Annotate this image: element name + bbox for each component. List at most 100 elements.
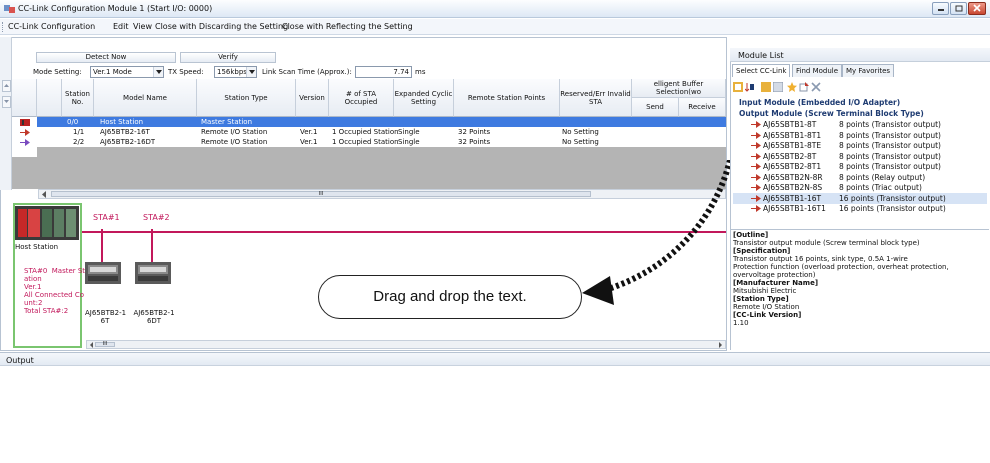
module-toolbar (733, 81, 983, 94)
remote-io-icon (751, 173, 761, 181)
header-buffer-selection[interactable]: elligent Buffer Selection(wo (632, 79, 726, 98)
close-button[interactable] (968, 2, 986, 15)
remote-io-device-icon[interactable] (135, 262, 171, 284)
cell-occupied: 1 Occupied Station (332, 138, 399, 146)
module-name: AJ65SBTB2-8T1 (763, 162, 822, 171)
cell-cyclic: Single (398, 138, 420, 146)
cell-model: AJ65BTB2-16DT (100, 138, 156, 146)
module-list-item[interactable]: AJ65SBTB2-8T 8 points (Transistor output) (733, 151, 987, 162)
cell-type: Master Station (201, 118, 253, 126)
info-heading: [Manufacturer Name] (733, 279, 819, 287)
remote-io-icon (751, 131, 761, 139)
module-description: 8 points (Transistor output) (839, 162, 941, 171)
tx-speed-label: TX Speed: (168, 68, 204, 76)
menu-grip (2, 22, 4, 32)
remote-io-icon (751, 152, 761, 160)
mode-setting-select[interactable]: Ver.1 Mode (90, 66, 164, 78)
tx-speed-select[interactable]: 156kbps (214, 66, 257, 78)
scroll-thumb[interactable]: III (51, 191, 591, 197)
module-list-item[interactable]: AJ65SBTB1-8T 8 points (Transistor output) (733, 119, 987, 130)
tree-category-output[interactable]: Output Module (Screw Terminal Block Type… (733, 108, 987, 119)
module-name: AJ65SBTB1-8T (763, 120, 817, 129)
scroll-up-button[interactable] (2, 80, 11, 92)
menu-view[interactable]: View (133, 22, 152, 31)
scroll-down-button[interactable] (2, 96, 11, 108)
module-list-item[interactable]: AJ65SBTB2N-8R 8 points (Relay output) (733, 172, 987, 183)
header-sta-occupied[interactable]: # of STA Occupied (329, 79, 394, 117)
info-heading: [Station Type] (733, 295, 789, 303)
module-list-item[interactable]: AJ65SBTB2N-8S 8 points (Triac output) (733, 182, 987, 193)
cell-type: Remote I/O Station (201, 138, 268, 146)
menu-close-discard[interactable]: Close with Discarding the Setting (155, 22, 288, 31)
tab-find-module[interactable]: Find Module (792, 64, 843, 77)
delete-icon[interactable] (811, 82, 821, 92)
sort-icon[interactable] (733, 82, 743, 92)
module-description: 16 points (Transistor output) (839, 193, 946, 203)
header-station-no[interactable]: Station No. (62, 79, 94, 117)
device1-label: AJ65BTB2-1 6T (85, 309, 127, 325)
header-reserved-invalid[interactable]: Reserved/Err Invalid STA (560, 79, 632, 117)
menu-close-reflect[interactable]: Close with Reflecting the Setting (282, 22, 413, 31)
left-strip (0, 37, 12, 190)
header-send[interactable]: Send (632, 98, 679, 117)
module-list-title: Module List (738, 51, 784, 60)
buffer-cells-bg (632, 127, 726, 147)
dropdown-arrow-icon (153, 67, 163, 77)
drag-drop-callout: Drag and drop the text. (318, 275, 582, 319)
collapse-icon[interactable] (773, 82, 783, 92)
tab-my-favorites[interactable]: My Favorites (842, 64, 895, 77)
minimize-button[interactable] (932, 2, 949, 15)
cell-station: 0/0 (67, 118, 79, 126)
scroll-right-icon (719, 342, 722, 348)
verify-button[interactable]: Verify (180, 52, 276, 63)
module-list-header: Module List (730, 48, 990, 62)
module-list-item[interactable]: AJ65SBTB1-8T1 8 points (Transistor output… (733, 130, 987, 141)
category-label: Output Module (Screw Terminal Block Type… (739, 109, 924, 118)
module-list-item[interactable]: AJ65SBTB1-16T 16 points (Transistor outpu… (733, 192, 987, 204)
tx-speed-value: 156kbps (217, 68, 247, 76)
tree-category-input[interactable]: Input Module (Embedded I/O Adapter) (733, 97, 987, 108)
sort-az-icon[interactable] (745, 82, 755, 92)
scroll-thumb[interactable]: III (95, 342, 115, 347)
info-text: Remote I/O Station (733, 303, 800, 311)
restore-icon (955, 5, 963, 12)
dropdown-arrow-icon (246, 67, 256, 77)
cell-station: 2/2 (73, 138, 85, 146)
module-description: 8 points (Relay output) (839, 172, 926, 182)
expand-icon[interactable] (761, 82, 771, 92)
module-list-tabs: Select CC-Link Find Module My Favorites (730, 63, 990, 77)
diagram-horizontal-scrollbar[interactable]: III (86, 340, 726, 349)
info-heading: [Outline] (733, 231, 769, 239)
output-pane (0, 366, 990, 463)
remote-io-icon (751, 205, 761, 212)
sta2-label: STA#2 (143, 213, 170, 222)
app-icon (4, 5, 15, 13)
header-station-type[interactable]: Station Type (197, 79, 296, 117)
menu-edit[interactable]: Edit (113, 22, 129, 31)
header-icon-column (12, 79, 37, 117)
header-receive[interactable]: Receive (679, 98, 726, 117)
module-list-item[interactable]: AJ65SBTB1-16T1 16 points (Transistor outp… (733, 203, 987, 214)
module-description: 16 points (Transistor output) (839, 204, 946, 213)
device2-label: AJ65BTB2-1 6DT (133, 309, 175, 325)
header-version[interactable]: Version (296, 79, 329, 117)
module-list-item[interactable]: AJ65SBTB1-8TE 8 points (Transistor output… (733, 140, 987, 151)
detect-now-button[interactable]: Detect Now (36, 52, 176, 63)
remote-io-device-icon[interactable] (85, 262, 121, 284)
info-text: Mitsubishi Electric (733, 287, 797, 295)
category-label: Input Module (Embedded I/O Adapter) (739, 98, 901, 107)
header-model-name[interactable]: Model Name (94, 79, 197, 117)
header-expanded-cyclic[interactable]: Expanded Cyclic Setting (394, 79, 454, 117)
add-favorite-icon[interactable] (799, 82, 809, 92)
module-name: AJ65SBTB1-8T1 (763, 130, 822, 140)
maximize-button[interactable] (950, 2, 967, 15)
menu-cc-link-configuration[interactable]: CC-Link Configuration (8, 22, 95, 31)
menu-bar: CC-Link Configuration Edit View Close wi… (0, 19, 990, 35)
remote-io-icon (751, 121, 761, 128)
tab-select-cc-link[interactable]: Select CC-Link (732, 64, 791, 77)
drag-arrow-icon (582, 160, 733, 305)
favorite-icon[interactable] (787, 82, 797, 92)
module-description: 8 points (Triac output) (839, 183, 922, 192)
header-remote-points[interactable]: Remote Station Points (454, 79, 560, 117)
module-list-item[interactable]: AJ65SBTB2-8T1 8 points (Transistor output… (733, 161, 987, 172)
